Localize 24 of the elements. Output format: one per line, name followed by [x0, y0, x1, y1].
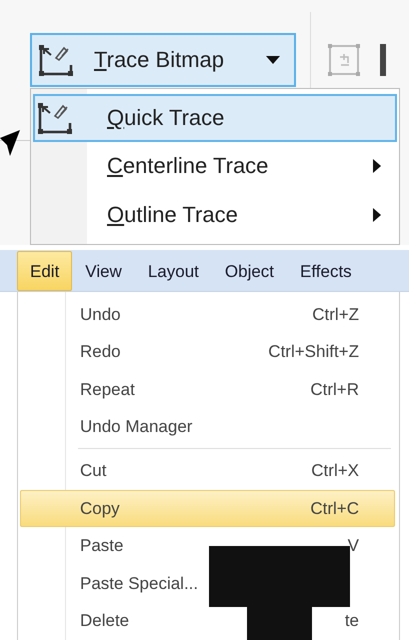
trace-icon [37, 101, 73, 136]
trace-bitmap-button[interactable]: Trace Bitmap [30, 33, 296, 87]
menu-bar-item[interactable]: Edit [17, 250, 72, 290]
menu-item[interactable]: Paste V [20, 527, 395, 565]
pointer-arrow-icon [0, 130, 20, 156]
menu-item[interactable]: Centerline Trace [33, 142, 397, 191]
menu-bar-item[interactable]: View [72, 250, 135, 290]
menu-bar-item[interactable]: Layout [134, 250, 212, 290]
submenu-arrow-icon [373, 208, 381, 222]
submenu-arrow-icon [373, 159, 381, 174]
caret-icon [266, 56, 280, 64]
menu-item[interactable]: Quick Trace [33, 94, 397, 142]
menu-item[interactable]: Copy Ctrl+C [20, 490, 395, 528]
menu-item[interactable]: Cut Ctrl+X [20, 452, 395, 490]
menu-item[interactable]: Undo Ctrl+Z [20, 296, 395, 334]
menu-item[interactable]: Repeat Ctrl+R [20, 371, 395, 409]
menu-bar-item[interactable]: Effects [287, 250, 365, 290]
menu-item[interactable]: Undo Manager [20, 408, 395, 446]
menu-item[interactable]: Outline Trace [33, 190, 397, 239]
menu-item[interactable]: Paste Special... [20, 564, 395, 602]
trace-icon [38, 43, 74, 77]
menu-item[interactable]: Redo Ctrl+Shift+Z [20, 334, 395, 372]
menu-bar-item[interactable]: Object [212, 250, 288, 290]
menu-item[interactable]: Delete te [20, 602, 395, 640]
